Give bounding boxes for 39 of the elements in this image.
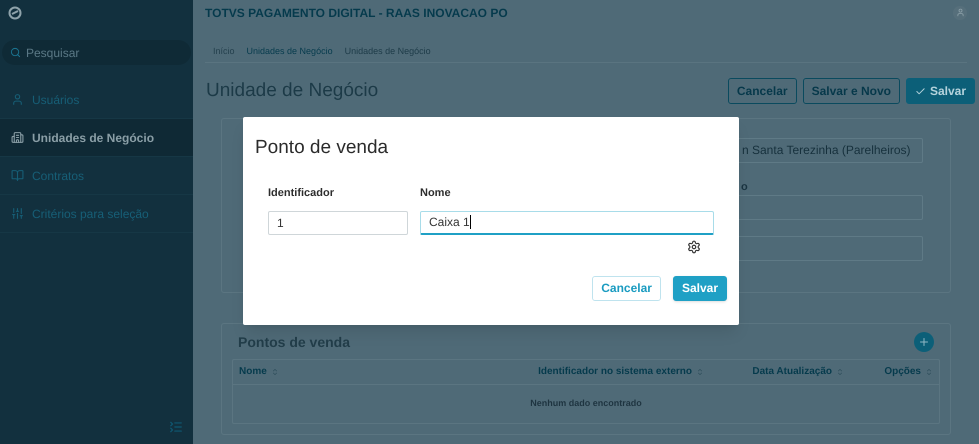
add-button[interactable] — [914, 332, 934, 352]
dialog-button[interactable]: Cancelar — [592, 276, 661, 300]
action-button[interactable]: Cancelar — [728, 78, 797, 104]
nav-item[interactable]: Unidades de Negócio — [0, 119, 193, 157]
logo-icon — [8, 6, 22, 20]
form-input[interactable] — [737, 195, 923, 220]
search-field[interactable]: Pesquisar — [2, 40, 191, 65]
column-header[interactable]: Identificador no sistema externo — [494, 364, 704, 379]
plus-icon — [918, 336, 930, 348]
column-header[interactable]: Opções — [844, 364, 933, 379]
text-input[interactable]: 1 — [268, 210, 408, 234]
action-button[interactable]: Salvar e Novo — [802, 78, 900, 104]
column-header[interactable]: Data Atualização — [704, 364, 844, 379]
text-input[interactable]: Caixa 1 — [420, 210, 714, 234]
collapse-menu-icon[interactable] — [169, 420, 183, 434]
field-label: Nome — [420, 186, 452, 200]
nav-icon — [11, 93, 24, 106]
dialog-button[interactable]: Salvar — [672, 276, 727, 300]
form-input[interactable] — [737, 236, 923, 261]
field-label: Identificador — [268, 186, 336, 200]
nav-item[interactable]: Contratos — [0, 157, 193, 195]
nav-icon — [11, 131, 24, 144]
column-header[interactable]: Nome — [239, 364, 494, 379]
app-title: TOTVS PAGAMENTO DIGITAL - RAAS INOVACAO PO — [205, 4, 508, 22]
breadcrumb-link[interactable]: Unidades de Negócio — [246, 44, 333, 58]
sort-icon — [696, 368, 704, 376]
settings-icon[interactable] — [687, 240, 701, 254]
sort-icon — [925, 368, 933, 376]
sort-icon — [270, 368, 279, 376]
nav-icon — [11, 207, 24, 220]
search-icon — [10, 47, 21, 58]
user-avatar[interactable] — [953, 6, 967, 20]
form-input[interactable]: n Santa Terezinha (Parelheiros) — [737, 138, 923, 162]
check-icon — [914, 86, 926, 97]
action-button[interactable]: Salvar — [906, 78, 975, 104]
nav-item[interactable]: Critérios para seleção — [0, 195, 193, 233]
dialog-title: Ponto de venda — [255, 136, 390, 160]
sort-icon — [836, 368, 844, 376]
nav-icon — [11, 169, 24, 182]
